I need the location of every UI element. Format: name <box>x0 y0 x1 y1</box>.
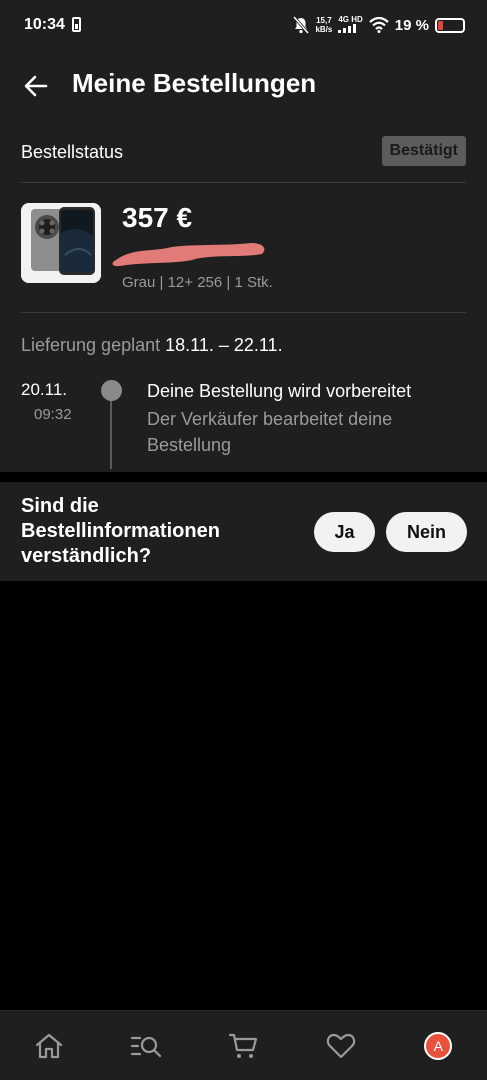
home-icon <box>35 1033 62 1058</box>
phone-image <box>21 203 101 283</box>
signal-icon <box>338 24 357 33</box>
nav-account[interactable]: A <box>408 1021 468 1071</box>
delivery-info: Lieferung geplant 18.11. – 22.11. <box>21 335 283 355</box>
order-status-label: Bestellstatus <box>21 142 124 162</box>
delivery-dates: 18.11. – 22.11. <box>165 335 283 355</box>
battery-icon <box>435 17 465 33</box>
yes-button[interactable]: Ja <box>314 512 375 552</box>
no-button[interactable]: Nein <box>386 512 467 552</box>
divider <box>21 182 466 183</box>
bottom-nav: A <box>0 1010 487 1080</box>
timeline-date: 20.11. <box>21 380 68 399</box>
battery-saver-icon <box>72 17 81 32</box>
nav-wishlist[interactable] <box>311 1021 371 1071</box>
timeline-description: Der Verkäufer bearbeitet deine Bestellun… <box>147 409 393 455</box>
product-image[interactable] <box>21 203 101 283</box>
redacted-product-name <box>112 243 265 267</box>
divider <box>21 312 466 313</box>
feedback-question: Sind die Bestellinformationen verständli… <box>21 495 220 567</box>
nav-search[interactable] <box>116 1021 176 1071</box>
network-type: 4G HD <box>338 15 363 35</box>
app-header: Meine Bestellungen <box>0 52 487 128</box>
status-bar: 10:34 15,7 kB/s 4G HD 19 % <box>0 0 487 52</box>
cart-icon <box>229 1033 258 1058</box>
arrow-left-icon <box>24 75 48 97</box>
timeline-line <box>110 401 112 469</box>
status-time: 10:34 <box>24 16 65 33</box>
network-speed: 15,7 kB/s <box>315 16 333 34</box>
timeline-dot <box>101 380 122 401</box>
wifi-icon <box>369 17 389 33</box>
order-card[interactable]: Bestellstatus Bestätigt 357 € Grau | 12+… <box>0 128 487 472</box>
back-button[interactable] <box>18 68 54 104</box>
status-badge: Bestätigt <box>381 136 466 166</box>
status-icons: 15,7 kB/s 4G HD 19 % <box>293 14 465 36</box>
order-price: 357 € <box>122 202 193 233</box>
page-title: Meine Bestellungen <box>72 68 317 98</box>
avatar: A <box>424 1031 453 1060</box>
timeline-title: Deine Bestellung wird vorbereitet <box>147 381 412 401</box>
nav-home[interactable] <box>19 1021 79 1071</box>
timeline-time: 09:32 <box>34 406 72 423</box>
search-list-icon <box>130 1036 162 1057</box>
battery-percent: 19 % <box>394 16 429 34</box>
product-variant: Grau | 12+ 256 | 1 Stk. <box>122 274 273 291</box>
nav-cart[interactable] <box>213 1021 273 1071</box>
feedback-panel: Sind die Bestellinformationen verständli… <box>0 482 487 581</box>
mute-bell-icon <box>293 16 310 34</box>
heart-icon <box>326 1033 356 1058</box>
